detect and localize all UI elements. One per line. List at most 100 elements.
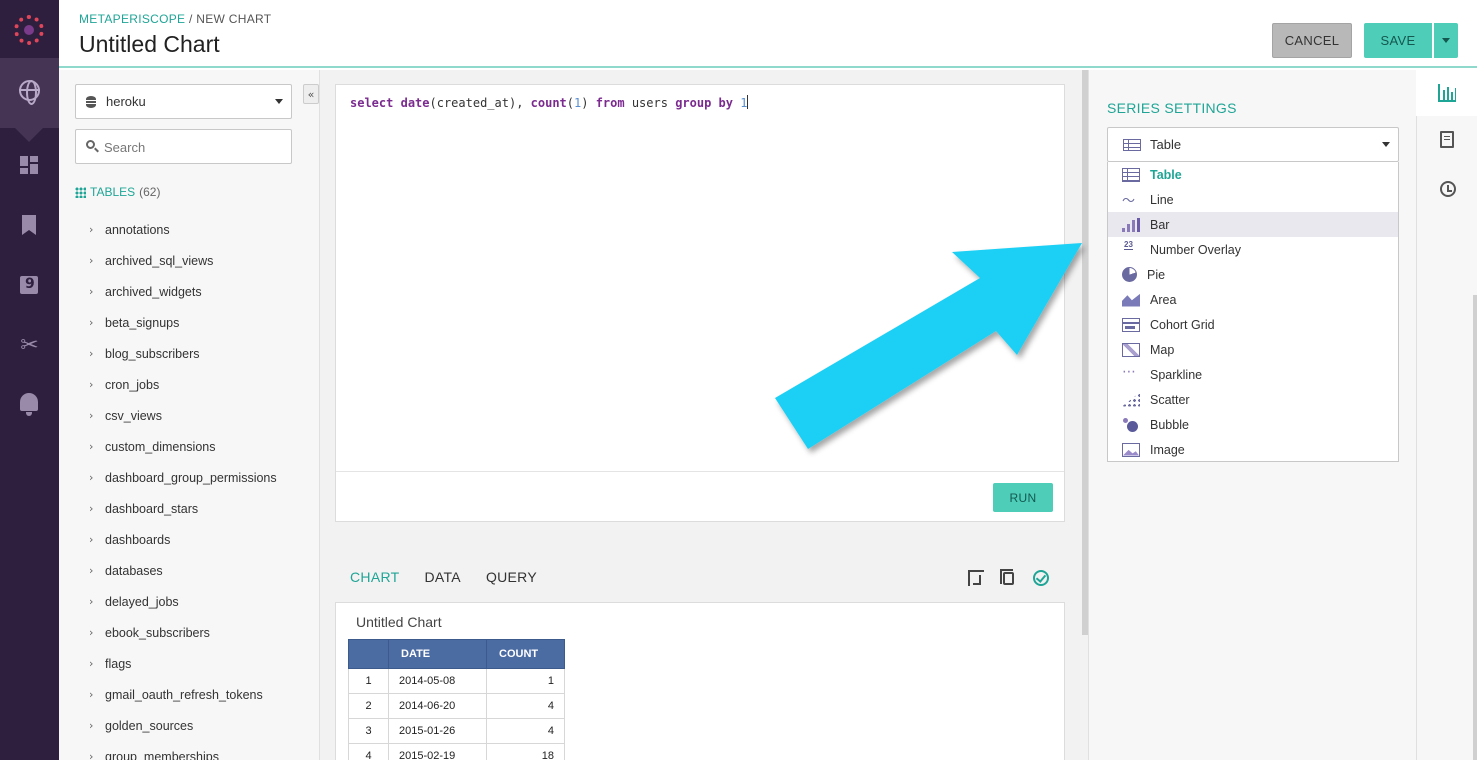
column-header[interactable] bbox=[348, 639, 389, 669]
table-name: flags bbox=[105, 656, 132, 671]
cancel-button[interactable]: CANCEL bbox=[1272, 23, 1352, 58]
chart-preview: Untitled Chart DATE COUNT 1 2014-05-08 1 2 20… bbox=[335, 602, 1065, 760]
page-title[interactable]: Untitled Chart bbox=[79, 31, 220, 58]
page-scrollbar[interactable] bbox=[1473, 295, 1477, 760]
line-icon bbox=[1122, 190, 1140, 209]
chart-type-option-cohort-grid[interactable]: Cohort Grid bbox=[1108, 312, 1398, 337]
table-icon bbox=[1123, 139, 1141, 151]
bubble-icon bbox=[1122, 417, 1140, 432]
chart-type-option-number-overlay[interactable]: Number Overlay bbox=[1108, 237, 1398, 262]
breadcrumb-app-link[interactable]: METAPERISCOPE bbox=[79, 12, 185, 26]
table-list-item[interactable]: › custom_dimensions bbox=[89, 431, 277, 462]
chart-type-label: Line bbox=[1150, 192, 1174, 207]
chart-type-option-image[interactable]: Image bbox=[1108, 437, 1398, 462]
sql-token: from bbox=[595, 96, 625, 110]
quote-icon[interactable] bbox=[20, 276, 38, 294]
chevron-down-icon bbox=[1382, 142, 1390, 147]
table-list-item[interactable]: › cron_jobs bbox=[89, 369, 277, 400]
table-list-item[interactable]: › archived_sql_views bbox=[89, 245, 277, 276]
sql-token: 1 bbox=[740, 96, 748, 110]
chart-type-label: Bar bbox=[1150, 217, 1170, 232]
logo-icon[interactable] bbox=[14, 15, 44, 45]
chart-type-option-table[interactable]: Table bbox=[1108, 162, 1398, 187]
table-name: dashboard_group_permissions bbox=[105, 470, 277, 485]
dashboard-icon[interactable] bbox=[20, 156, 38, 174]
chart-type-select[interactable]: Table bbox=[1107, 127, 1399, 162]
check-circle-icon[interactable] bbox=[1033, 570, 1049, 586]
chart-type-option-scatter[interactable]: Scatter bbox=[1108, 387, 1398, 412]
table-list-item[interactable]: › delayed_jobs bbox=[89, 586, 277, 617]
search-input[interactable] bbox=[104, 136, 284, 158]
bar-chart-icon[interactable] bbox=[1438, 84, 1456, 102]
sql-token: group by bbox=[675, 96, 733, 110]
chart-type-option-line[interactable]: Line bbox=[1108, 187, 1398, 212]
series-settings-heading: SERIES SETTINGS bbox=[1107, 100, 1237, 116]
sql-token: count bbox=[530, 96, 567, 110]
schema-panel: heroku TABLES (62) › annotations › archived… bbox=[59, 70, 320, 760]
table-list-item[interactable]: › dashboard_stars bbox=[89, 493, 277, 524]
sort-icon[interactable] bbox=[968, 570, 984, 586]
chevron-right-icon: › bbox=[89, 595, 94, 608]
table-list-item[interactable]: › csv_views bbox=[89, 400, 277, 431]
chevron-right-icon: › bbox=[89, 719, 94, 732]
chart-type-option-bubble[interactable]: Bubble bbox=[1108, 412, 1398, 437]
table-list-item[interactable]: › gmail_oauth_refresh_tokens bbox=[89, 679, 277, 710]
chart-type-label: Table bbox=[1150, 167, 1182, 182]
collapse-panel-button[interactable]: « bbox=[303, 84, 319, 104]
chart-type-option-bar[interactable]: Bar bbox=[1108, 212, 1398, 237]
table-cell: 2 bbox=[348, 693, 389, 719]
save-button[interactable]: SAVE bbox=[1364, 23, 1432, 58]
chart-type-option-sparkline[interactable]: Sparkline bbox=[1108, 362, 1398, 387]
tables-label: TABLES bbox=[90, 185, 136, 199]
table-list-item[interactable]: › beta_signups bbox=[89, 307, 277, 338]
chart-type-option-map[interactable]: Map bbox=[1108, 337, 1398, 362]
chart-type-option-pie[interactable]: Pie bbox=[1108, 262, 1398, 287]
chevron-right-icon: › bbox=[89, 378, 94, 391]
save-options-button[interactable] bbox=[1434, 23, 1458, 58]
tab-data[interactable]: DATA bbox=[424, 569, 460, 585]
table-list-item[interactable]: › ebook_subscribers bbox=[89, 617, 277, 648]
globe-icon[interactable] bbox=[19, 80, 40, 105]
chart-type-label: Pie bbox=[1147, 267, 1166, 282]
app-nav-rail: ✂ bbox=[0, 0, 59, 760]
table-cell: 2014-06-20 bbox=[388, 693, 487, 719]
chart-type-option-area[interactable]: Area bbox=[1108, 287, 1398, 312]
table-list-item[interactable]: › golden_sources bbox=[89, 710, 277, 741]
column-header[interactable]: DATE bbox=[388, 639, 487, 669]
tab-chart[interactable]: CHART bbox=[350, 569, 399, 585]
bell-icon[interactable] bbox=[20, 393, 38, 416]
history-icon[interactable] bbox=[1440, 181, 1456, 197]
annotation-arrow bbox=[775, 243, 1082, 449]
table-list-item[interactable]: › blog_subscribers bbox=[89, 338, 277, 369]
grid-icon bbox=[75, 186, 86, 198]
table-list-item[interactable]: › databases bbox=[89, 555, 277, 586]
table-list-item[interactable]: › dashboards bbox=[89, 524, 277, 555]
table-name: archived_widgets bbox=[105, 284, 202, 299]
area-icon bbox=[1122, 293, 1140, 307]
table-list-item[interactable]: › archived_widgets bbox=[89, 276, 277, 307]
sql-token: ) bbox=[581, 96, 596, 110]
table-list-item[interactable]: › flags bbox=[89, 648, 277, 679]
table-row: 4 2015-02-19 18 bbox=[348, 743, 565, 760]
run-button[interactable]: RUN bbox=[993, 483, 1053, 512]
table-name: annotations bbox=[105, 222, 170, 237]
map-icon bbox=[1122, 342, 1140, 357]
copy-icon[interactable] bbox=[1000, 569, 1014, 585]
settings-document-icon[interactable] bbox=[1440, 131, 1454, 148]
search-icon bbox=[86, 140, 95, 149]
tables-heading[interactable]: TABLES (62) bbox=[75, 185, 160, 199]
chart-type-selected: Table bbox=[1150, 137, 1182, 152]
table-list-item[interactable]: › annotations bbox=[89, 214, 277, 245]
database-select[interactable]: heroku bbox=[75, 84, 292, 119]
chevron-right-icon: › bbox=[89, 533, 94, 546]
bookmark-icon[interactable] bbox=[22, 215, 36, 235]
table-list-item[interactable]: › group_memberships bbox=[89, 741, 277, 760]
chevron-right-icon: › bbox=[89, 471, 94, 484]
sql-code[interactable]: select date(created_at), count(1) from u… bbox=[350, 95, 749, 110]
scissors-icon[interactable]: ✂ bbox=[19, 334, 40, 356]
chart-type-label: Bubble bbox=[1150, 417, 1189, 432]
column-header[interactable]: COUNT bbox=[486, 639, 565, 669]
table-cell: 1 bbox=[348, 668, 389, 694]
table-list-item[interactable]: › dashboard_group_permissions bbox=[89, 462, 277, 493]
tab-query[interactable]: QUERY bbox=[486, 569, 537, 585]
